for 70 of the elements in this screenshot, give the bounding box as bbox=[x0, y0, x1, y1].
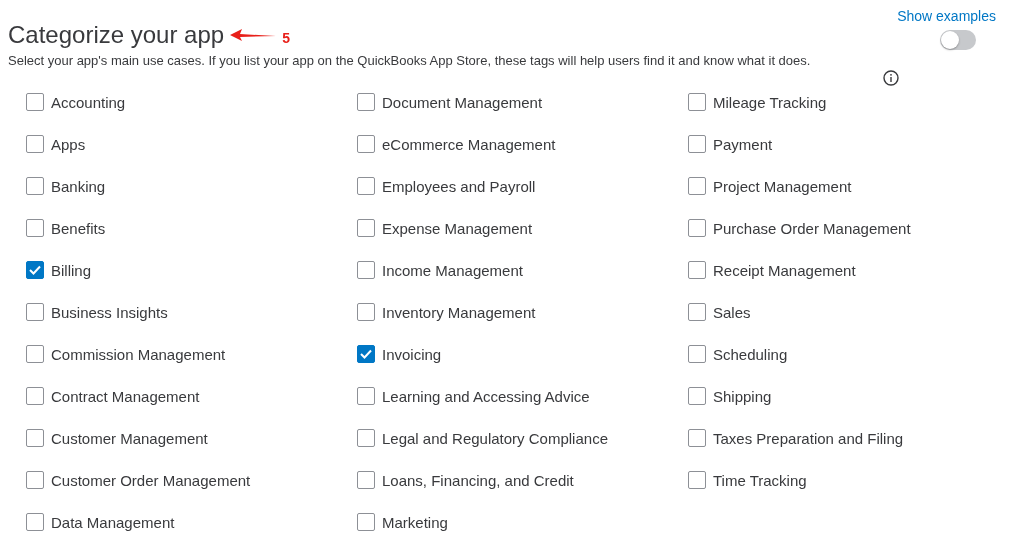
checkbox[interactable] bbox=[26, 513, 44, 531]
checkbox[interactable] bbox=[26, 303, 44, 321]
checkbox[interactable] bbox=[688, 261, 706, 279]
checkbox[interactable] bbox=[357, 261, 375, 279]
checkbox[interactable] bbox=[688, 471, 706, 489]
category-label[interactable]: Commission Management bbox=[51, 345, 226, 363]
category-label[interactable]: Benefits bbox=[51, 219, 106, 237]
checkbox[interactable] bbox=[357, 93, 375, 111]
category-label[interactable]: Business Insights bbox=[51, 303, 168, 321]
category-label[interactable]: Loans, Financing, and Credit bbox=[382, 471, 574, 489]
description-text: Select your app's main use cases. If you list your app on the QuickBooks App Store, these tags will help users find it and know what it does. bbox=[8, 53, 812, 68]
show-examples-link[interactable]: Show examples bbox=[897, 8, 996, 24]
checkbox[interactable] bbox=[357, 177, 375, 195]
checkbox[interactable] bbox=[357, 219, 375, 237]
category-label[interactable]: Invoicing bbox=[382, 345, 442, 363]
checkbox[interactable] bbox=[26, 261, 44, 279]
checkbox[interactable] bbox=[26, 429, 44, 447]
checkbox[interactable] bbox=[357, 345, 375, 363]
category-label[interactable]: Accounting bbox=[51, 93, 126, 111]
category-label[interactable]: Billing bbox=[51, 261, 92, 279]
checkbox[interactable] bbox=[688, 93, 706, 111]
checkbox[interactable] bbox=[26, 135, 44, 153]
category-label[interactable]: Document Management bbox=[382, 93, 543, 111]
category-label[interactable]: Employees and Payroll bbox=[382, 177, 536, 195]
category-label[interactable]: Mileage Tracking bbox=[713, 93, 827, 111]
category-label[interactable]: Data Management bbox=[51, 513, 175, 531]
category-label[interactable]: Customer Management bbox=[51, 429, 208, 447]
checkbox[interactable] bbox=[688, 429, 706, 447]
checkbox[interactable] bbox=[357, 429, 375, 447]
category-label[interactable]: Banking bbox=[51, 177, 106, 195]
category-label[interactable]: Legal and Regulatory Compliance bbox=[382, 429, 608, 447]
checkbox[interactable] bbox=[357, 513, 375, 531]
checkbox[interactable] bbox=[688, 345, 706, 363]
category-label[interactable]: Taxes Preparation and Filing bbox=[713, 429, 904, 447]
category-label[interactable]: Shipping bbox=[713, 387, 772, 405]
checkbox[interactable] bbox=[688, 219, 706, 237]
category-label[interactable]: Project Management bbox=[713, 177, 852, 195]
category-label[interactable]: Expense Management bbox=[382, 219, 533, 237]
checkbox[interactable] bbox=[688, 177, 706, 195]
category-label[interactable]: Payment bbox=[713, 135, 773, 153]
checkbox[interactable] bbox=[26, 177, 44, 195]
checkbox[interactable] bbox=[26, 345, 44, 363]
category-label[interactable]: Sales bbox=[713, 303, 751, 321]
checkbox[interactable] bbox=[357, 387, 375, 405]
page-title: Categorize your app bbox=[8, 21, 225, 49]
info-icon[interactable] bbox=[883, 70, 899, 86]
checkbox[interactable] bbox=[26, 219, 44, 237]
category-label[interactable]: Income Management bbox=[382, 261, 523, 279]
category-label[interactable]: Time Tracking bbox=[713, 471, 807, 489]
category-label[interactable]: Apps bbox=[51, 135, 86, 153]
checkbox[interactable] bbox=[688, 303, 706, 321]
category-label[interactable]: Inventory Management bbox=[382, 303, 536, 321]
category-label[interactable]: Marketing bbox=[382, 513, 448, 531]
checkbox[interactable] bbox=[26, 387, 44, 405]
annotation-number: 5 bbox=[282, 30, 290, 46]
checkbox[interactable] bbox=[26, 471, 44, 489]
category-label[interactable]: Customer Order Management bbox=[51, 471, 251, 489]
category-label[interactable]: Scheduling bbox=[713, 345, 788, 363]
category-label[interactable]: Contract Management bbox=[51, 387, 200, 405]
category-label[interactable]: Learning and Accessing Advice bbox=[382, 387, 590, 405]
checkbox[interactable] bbox=[357, 471, 375, 489]
checkbox[interactable] bbox=[357, 135, 375, 153]
category-label[interactable]: eCommerce Management bbox=[382, 135, 556, 153]
show-examples-toggle[interactable] bbox=[940, 30, 976, 50]
checkbox[interactable] bbox=[26, 93, 44, 111]
checkbox[interactable] bbox=[357, 303, 375, 321]
checkbox[interactable] bbox=[688, 387, 706, 405]
checkbox[interactable] bbox=[688, 135, 706, 153]
category-label[interactable]: Receipt Management bbox=[713, 261, 856, 279]
category-label[interactable]: Purchase Order Management bbox=[713, 219, 911, 237]
